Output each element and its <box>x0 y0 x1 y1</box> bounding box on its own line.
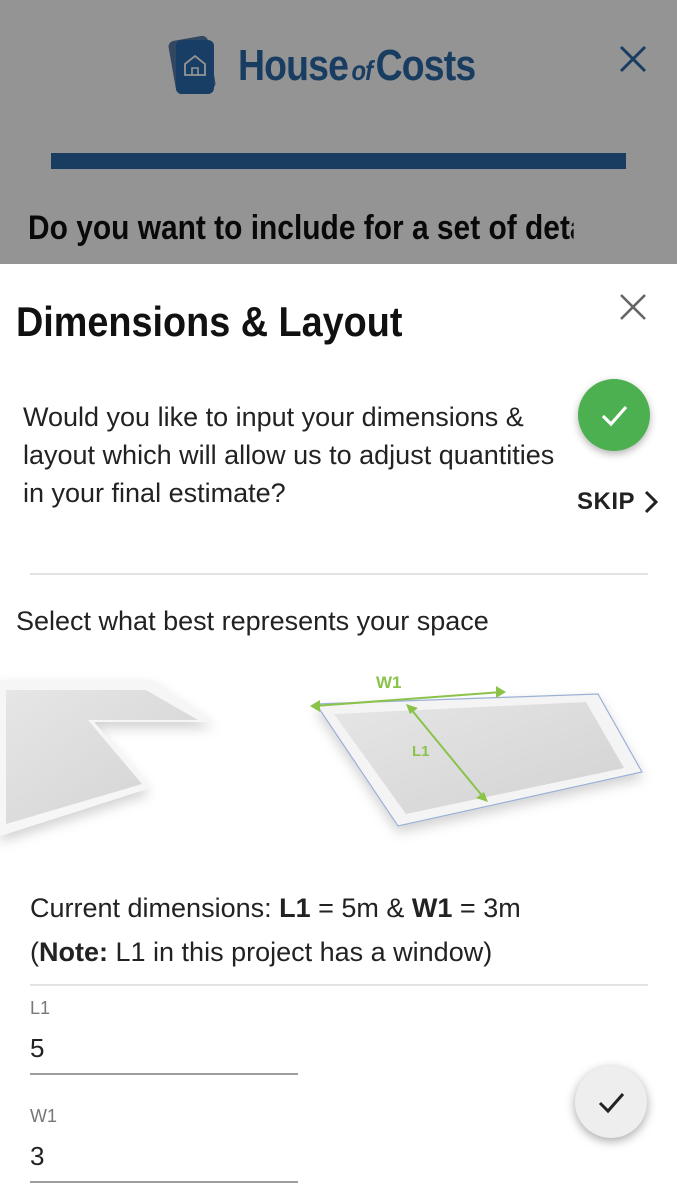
dimensions-sheet: Dimensions & Layout Would you like to in… <box>0 264 677 1204</box>
w1-field-label: W1 <box>30 1106 57 1126</box>
w1-input-underline <box>30 1181 298 1183</box>
rectangle-shape-option[interactable]: W1 L1 <box>310 673 643 827</box>
chevron-right-icon <box>644 490 659 514</box>
skip-button[interactable]: SKIP <box>577 488 659 516</box>
select-space-label: Select what best represents your space <box>16 606 489 636</box>
modal-scrim[interactable] <box>0 0 677 264</box>
l1-input[interactable]: 5 <box>30 1033 298 1067</box>
sheet-close-icon[interactable] <box>616 290 650 324</box>
w1-label: W1 <box>376 673 402 692</box>
l-shape-option[interactable] <box>0 680 214 836</box>
confirm-dimensions-button[interactable] <box>575 1066 647 1138</box>
check-icon <box>598 1093 625 1114</box>
w1-field[interactable]: W1 3 <box>30 1106 298 1183</box>
w1-input[interactable]: 3 <box>30 1141 298 1175</box>
dimensions-question: Would you like to input your dimensions … <box>23 402 555 508</box>
l1-label: L1 <box>412 743 430 760</box>
divider <box>30 573 648 575</box>
check-icon <box>601 405 628 427</box>
divider <box>30 984 648 986</box>
dimensions-line: Current dimensions: L1 = 5m & W1 = 3m <box>30 893 521 923</box>
sheet-title: Dimensions & Layout <box>16 298 403 345</box>
dimensions-note: (Note: L1 in this project has a window) <box>30 937 493 967</box>
current-dimensions: Current dimensions: L1 = 5m & W1 = 3m (N… <box>30 886 521 974</box>
l1-field[interactable]: L1 5 <box>30 998 298 1075</box>
shape-options: W1 L1 <box>0 673 643 836</box>
l1-input-underline <box>30 1073 298 1075</box>
l1-field-label: L1 <box>30 998 51 1018</box>
accept-button[interactable] <box>578 379 650 451</box>
